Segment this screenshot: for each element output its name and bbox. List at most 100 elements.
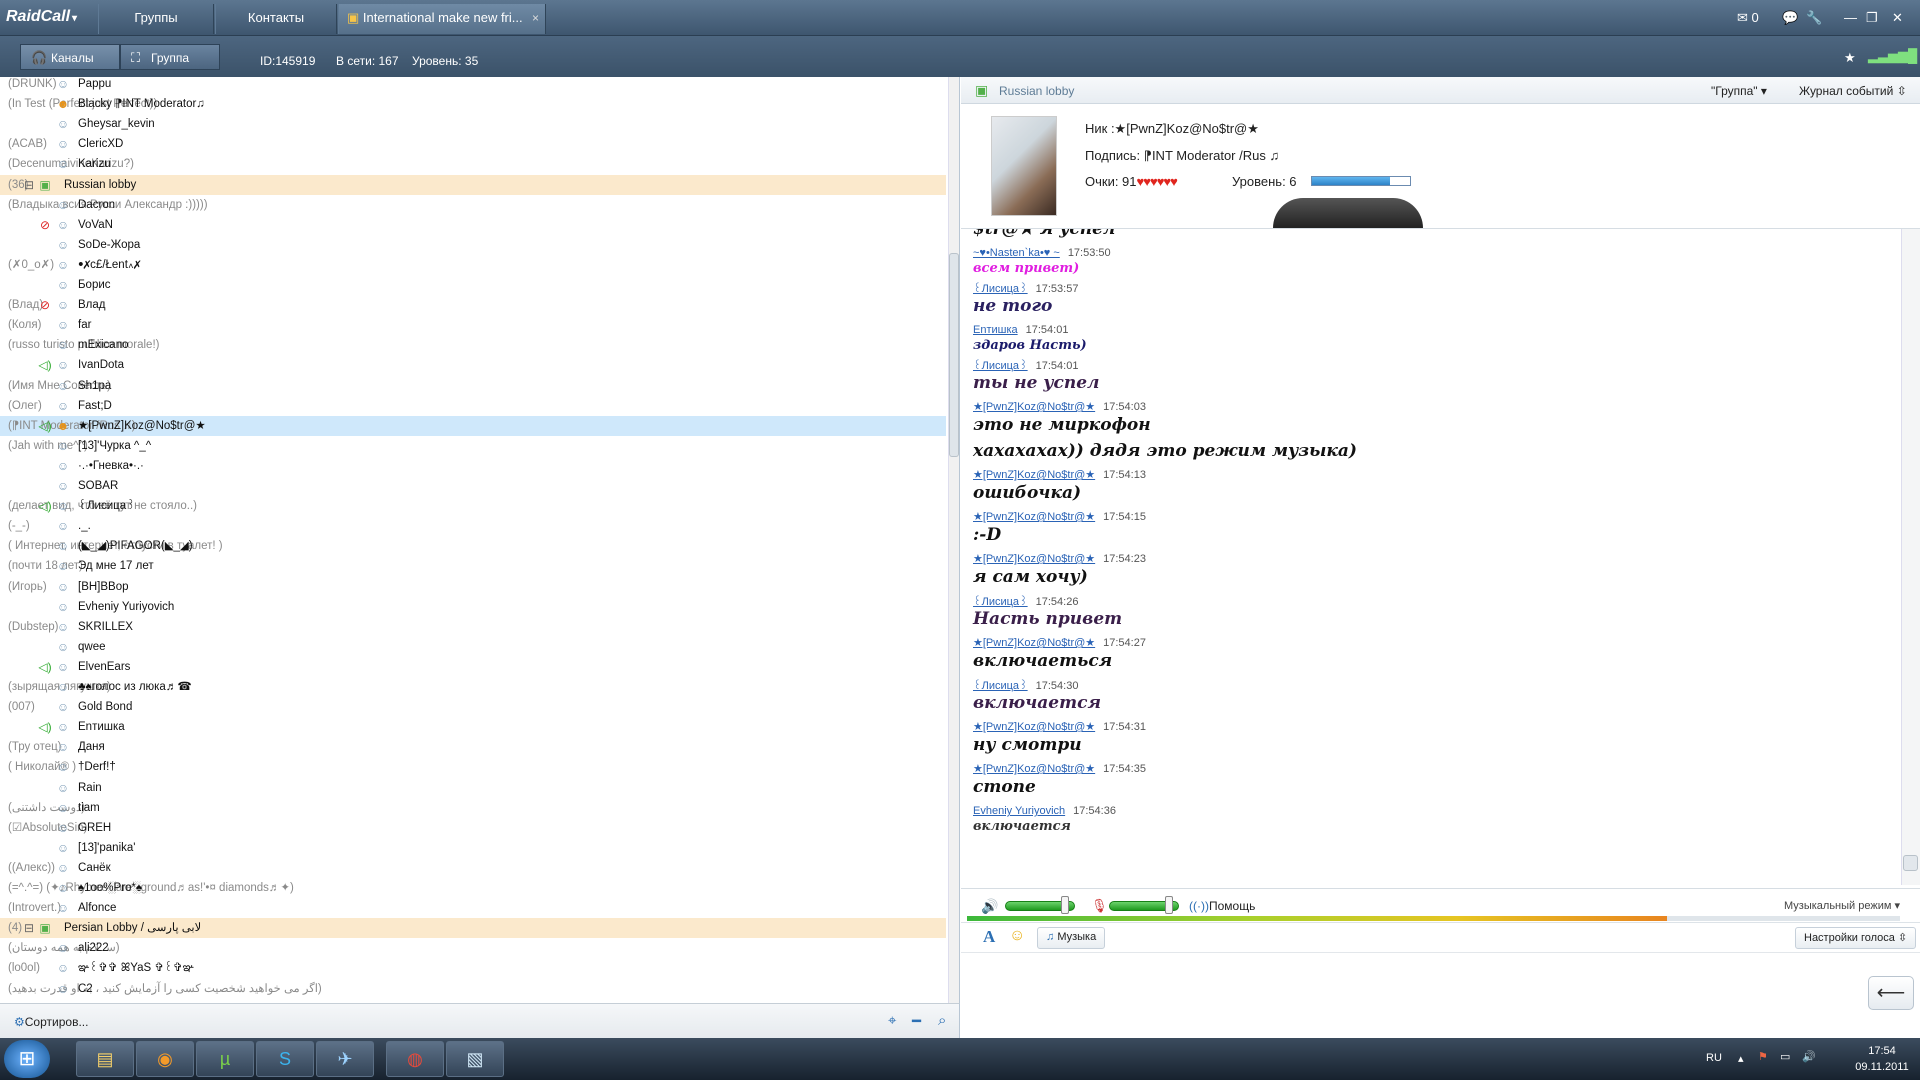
sender-name[interactable]: ★[PwnZ]Koz@No$tr@★ [973, 763, 1095, 775]
user-row[interactable]: ◁) ☺ Еnтишка [0, 717, 946, 737]
taskbar-notepad[interactable]: ▧ [446, 1041, 504, 1077]
user-row[interactable]: ☺ ·.·•Гневка•·.· [0, 456, 946, 476]
message-input[interactable] [961, 952, 1920, 1038]
user-row[interactable]: ☺ Karizu (DecenumaivineKarizu?) [0, 154, 946, 174]
sort-button[interactable]: ⚙Сортиров... [14, 1015, 88, 1029]
app-logo[interactable]: RaidCall ▾ [6, 8, 77, 26]
user-row[interactable]: ◁) ☺ ElvenEars [0, 657, 946, 677]
user-row[interactable]: ☺ Alfonce (Introvert.) [0, 898, 946, 918]
locate-icon[interactable]: ⌖ [888, 1012, 896, 1029]
send-button[interactable]: ⟵ [1868, 976, 1914, 1010]
volume-icon[interactable]: 🔊 [1802, 1050, 1816, 1063]
font-icon[interactable]: A [983, 927, 995, 947]
speaker-icon[interactable]: 🔊 [981, 898, 998, 915]
user-row[interactable]: ☺ GREH (☑AbsoluteSin) [0, 818, 946, 838]
sender-name[interactable]: ★[PwnZ]Koz@No$tr@★ [973, 469, 1095, 481]
taskbar-chrome[interactable]: ◍ [386, 1041, 444, 1077]
user-row[interactable]: ☺ Evheniy Yuriyovich [0, 597, 946, 617]
close-window-icon[interactable]: ✕ [1892, 10, 1903, 26]
user-row[interactable]: ☺ ꔷ✗c£/Łent꘍✗ (✗0_o✗) [0, 255, 946, 275]
tab-channel[interactable]: ▣ International make new fri... × [338, 4, 546, 34]
group-dropdown[interactable]: "Группа" ▾ [1711, 84, 1767, 98]
user-row[interactable]: ☺ [13]'panika' [0, 838, 946, 858]
close-icon[interactable]: × [532, 4, 539, 32]
collapse-toggle-icon[interactable]: ⊟ [22, 920, 36, 936]
user-row[interactable]: ☺ [BH]ВВор (Игорь) [0, 577, 946, 597]
sender-name[interactable]: ꒰Лисица꒱ [973, 283, 1028, 295]
user-row[interactable]: ◁) ☺ ꒰Лисица꒱ (делает вид, что её тут не ст… [0, 496, 946, 516]
chat-scrollbar[interactable] [1901, 229, 1920, 885]
channel-row[interactable]: ⊟ ▣ Persian Lobby / لابی پارسی (4) [0, 918, 946, 939]
microphone-icon[interactable]: 🎙 [1091, 898, 1108, 914]
user-row[interactable]: ◁) ☻ ★[PwnZ]Koz@No$tr@★ (⁋INT Moderator /Ru… [0, 415, 946, 436]
user-row[interactable]: ☺ ఞ꒰✞✞ ꕤYaS ✞꒰✞ఞ (lo0ol) [0, 958, 946, 978]
taskbar-media-player[interactable]: ◉ [136, 1041, 194, 1077]
tree-scrollbar[interactable] [948, 77, 959, 1003]
sender-name[interactable]: ꒰Лисица꒱ [973, 596, 1028, 608]
tray-arrow-icon[interactable]: ▴ [1738, 1052, 1744, 1065]
avatar[interactable] [991, 116, 1057, 216]
user-row[interactable]: ☺ Gold Bond (007) [0, 697, 946, 717]
sender-name[interactable]: ★[PwnZ]Koz@No$tr@★ [973, 721, 1095, 733]
sender-name[interactable]: ★[PwnZ]Koz@No$tr@★ [973, 553, 1095, 565]
chat-scrollbar-thumb[interactable] [1903, 855, 1918, 871]
user-row[interactable]: ☺ ♠1oo%Pro*♠ (=^.^=) (✦♪Rhymes░are░ground♬… [0, 878, 946, 898]
music-button[interactable]: ♫ Музыка [1037, 927, 1106, 949]
user-row[interactable]: ☺ Даня (Тру отец) [0, 737, 946, 757]
taskbar-utorrent[interactable]: µ [196, 1041, 254, 1077]
user-row[interactable]: ☺ Sh1pa (Имя Мне Совесть) [0, 376, 946, 396]
user-row[interactable]: ☺ Pappu (DRUNK) [0, 77, 946, 94]
sender-name[interactable]: Еnтишка [973, 324, 1018, 336]
user-row[interactable]: ☻ Blacky ⁋INT Moderator♫ (In Test (Perfect… [0, 94, 946, 114]
user-row[interactable]: ☺ (◣_◢)PIFAGOR(◣_◢)( Интернет, интернет, … [0, 536, 946, 556]
event-log-button[interactable]: Журнал событий ⇳ [1799, 84, 1907, 98]
help-button[interactable]: ((·))Помощь [1189, 899, 1255, 913]
collapse-toggle-icon[interactable]: ⊟ [22, 177, 36, 193]
network-icon[interactable]: ▭ [1780, 1050, 1790, 1063]
user-row[interactable]: ⊘ ☺ Влад (Влад) [0, 295, 946, 315]
tab-contacts[interactable]: Контакты [215, 4, 337, 34]
minimize-icon[interactable]: — [1844, 10, 1857, 25]
user-row[interactable]: ☺ Fast;D (Олег) [0, 396, 946, 416]
user-row[interactable]: ☺ qwee [0, 637, 946, 657]
taskbar-raidcall[interactable]: ✈ [316, 1041, 374, 1077]
sender-name[interactable]: ★[PwnZ]Koz@No$tr@★ [973, 511, 1095, 523]
user-row[interactable]: ☺ †Derf!†( Николай® ) [0, 757, 946, 777]
group-button[interactable]: ⛶ Группа [120, 44, 220, 70]
sender-name[interactable]: ★[PwnZ]Koz@No$tr@★ [973, 637, 1095, 649]
user-row[interactable]: ☺ Dacron (Владыка всия Русси Александр :))… [0, 195, 946, 215]
clock-time[interactable]: 17:54 [1854, 1045, 1910, 1057]
channel-row[interactable]: ⊟ ▣ Russian lobby (36) [0, 174, 946, 195]
start-button[interactable]: ⊞ [4, 1040, 50, 1078]
flag-icon[interactable]: ⚑ [1758, 1050, 1768, 1063]
user-row[interactable]: ☺ Gheysar_kevin [0, 114, 946, 134]
music-mode-dropdown[interactable]: Музыкальный режим ▾ [1784, 899, 1900, 912]
user-row[interactable]: ⊘ ☺ VoVaN [0, 215, 946, 235]
user-row[interactable]: ☺ ♣♠голос из люка♬☎ (зырящая лягушка) [0, 677, 946, 697]
user-row[interactable]: ☺ Санёк ((Алекс)) [0, 858, 946, 878]
sender-name[interactable]: ꒰Лисица꒱ [973, 360, 1028, 372]
language-indicator[interactable]: RU [1706, 1052, 1722, 1064]
user-row[interactable]: ☺ SOBAR [0, 476, 946, 496]
chat-bubble-icon[interactable]: 💬 [1782, 10, 1798, 26]
sender-name[interactable]: ★[PwnZ]Koz@No$tr@★ [973, 401, 1095, 413]
taskbar-skype[interactable]: S [256, 1041, 314, 1077]
user-row[interactable]: ☺ Борис [0, 275, 946, 295]
mail-icon[interactable]: ✉ 0 [1737, 10, 1759, 26]
sender-name[interactable]: ꒰Лисица꒱ [973, 680, 1028, 692]
user-row[interactable]: ☺ [13]'Чурка ^_^ (Jah with me^^) [0, 436, 946, 456]
taskbar-explorer[interactable]: ▤ [76, 1041, 134, 1077]
user-row[interactable]: ☺ ._. (-_-) [0, 516, 946, 536]
star-icon[interactable]: ★ [1844, 50, 1856, 66]
user-row[interactable]: ☺ Эд мне 17 лет (почти 18 лет) [0, 556, 946, 576]
user-row[interactable]: ☺ ClericXD (ACAB) [0, 134, 946, 154]
smiley-icon[interactable]: ☺ [1009, 927, 1025, 945]
search-icon[interactable]: ⌕ [938, 1012, 946, 1029]
user-row[interactable]: ☺ far (Коля) [0, 315, 946, 335]
user-row[interactable]: ☺ mExicano (russo turisto publico morale!) [0, 335, 946, 355]
clock-date[interactable]: 09.11.2011 [1846, 1061, 1918, 1073]
user-row[interactable]: ☺ SoDe-Жора [0, 235, 946, 255]
tree-scrollbar-thumb[interactable] [949, 253, 959, 457]
mic-volume-knob[interactable] [1164, 896, 1173, 914]
channels-button[interactable]: 🎧 Каналы [20, 44, 120, 70]
